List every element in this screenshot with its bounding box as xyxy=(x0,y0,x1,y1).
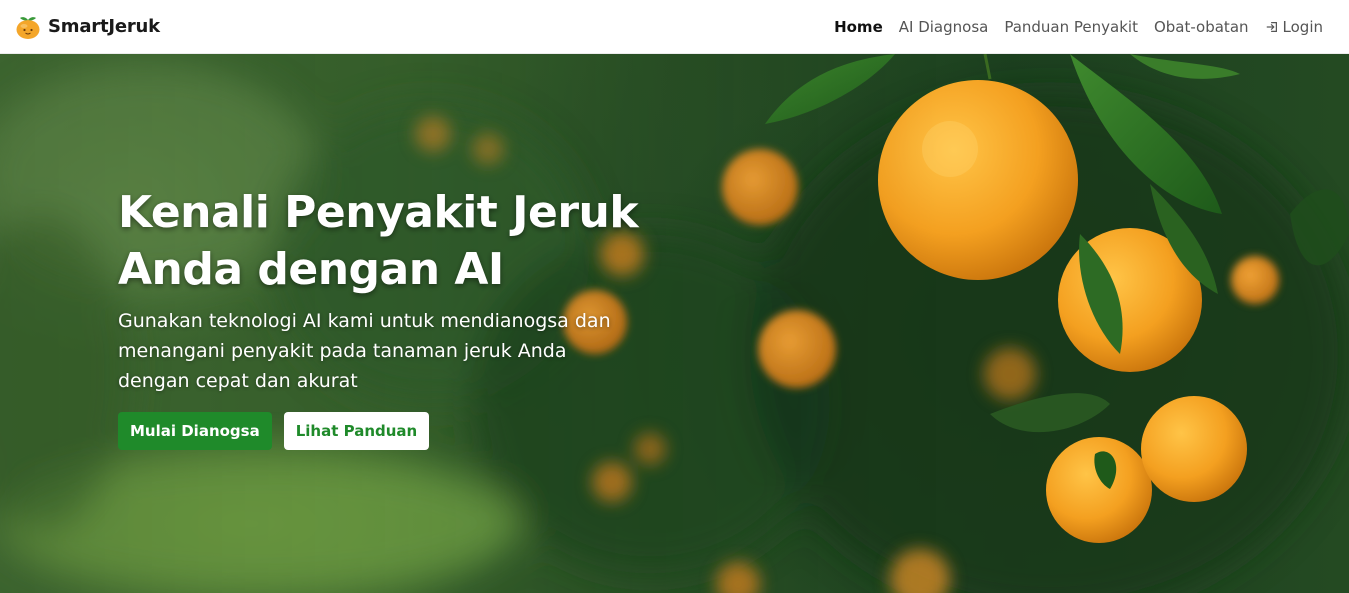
hero-subtitle: Gunakan teknologi AI kami untuk mendiano… xyxy=(118,306,648,396)
view-guide-button[interactable]: Lihat Panduan xyxy=(283,412,430,450)
start-diagnosis-button[interactable]: Mulai Dianogsa xyxy=(118,412,272,450)
login-icon xyxy=(1266,21,1277,32)
brand-name: SmartJeruk xyxy=(48,16,160,37)
hero-subtitle-line-1: Gunakan teknologi AI kami untuk mendiano… xyxy=(118,310,611,332)
main-nav: Home AI Diagnosa Panduan Penyakit Obat-o… xyxy=(826,18,1335,36)
hero-subtitle-line-3: dengan cepat dan akurat xyxy=(118,370,358,392)
hero-title: Kenali Penyakit Jeruk Anda dengan AI xyxy=(118,184,678,298)
brand-link[interactable]: SmartJeruk xyxy=(14,13,160,41)
nav-item-ai-diagnosa[interactable]: AI Diagnosa xyxy=(891,18,997,36)
nav-item-obat-obatan[interactable]: Obat-obatan xyxy=(1146,18,1257,36)
nav-item-login[interactable]: Login xyxy=(1257,18,1331,36)
hero-section: Kenali Penyakit Jeruk Anda dengan AI Gun… xyxy=(0,54,1349,593)
orange-fruit-icon xyxy=(16,16,40,39)
hero-title-line-1: Kenali Penyakit Jeruk xyxy=(118,187,639,238)
nav-login-label: Login xyxy=(1282,17,1323,36)
nav-item-panduan-penyakit[interactable]: Panduan Penyakit xyxy=(996,18,1146,36)
hero-title-line-2: Anda dengan AI xyxy=(118,244,504,295)
navbar: SmartJeruk Home AI Diagnosa Panduan Peny… xyxy=(0,0,1349,54)
hero-actions: Mulai Dianogsa Lihat Panduan xyxy=(118,412,678,450)
hero-subtitle-line-2: menangani penyakit pada tanaman jeruk An… xyxy=(118,340,567,362)
nav-item-home[interactable]: Home xyxy=(826,18,891,36)
hero-content: Kenali Penyakit Jeruk Anda dengan AI Gun… xyxy=(118,184,678,450)
